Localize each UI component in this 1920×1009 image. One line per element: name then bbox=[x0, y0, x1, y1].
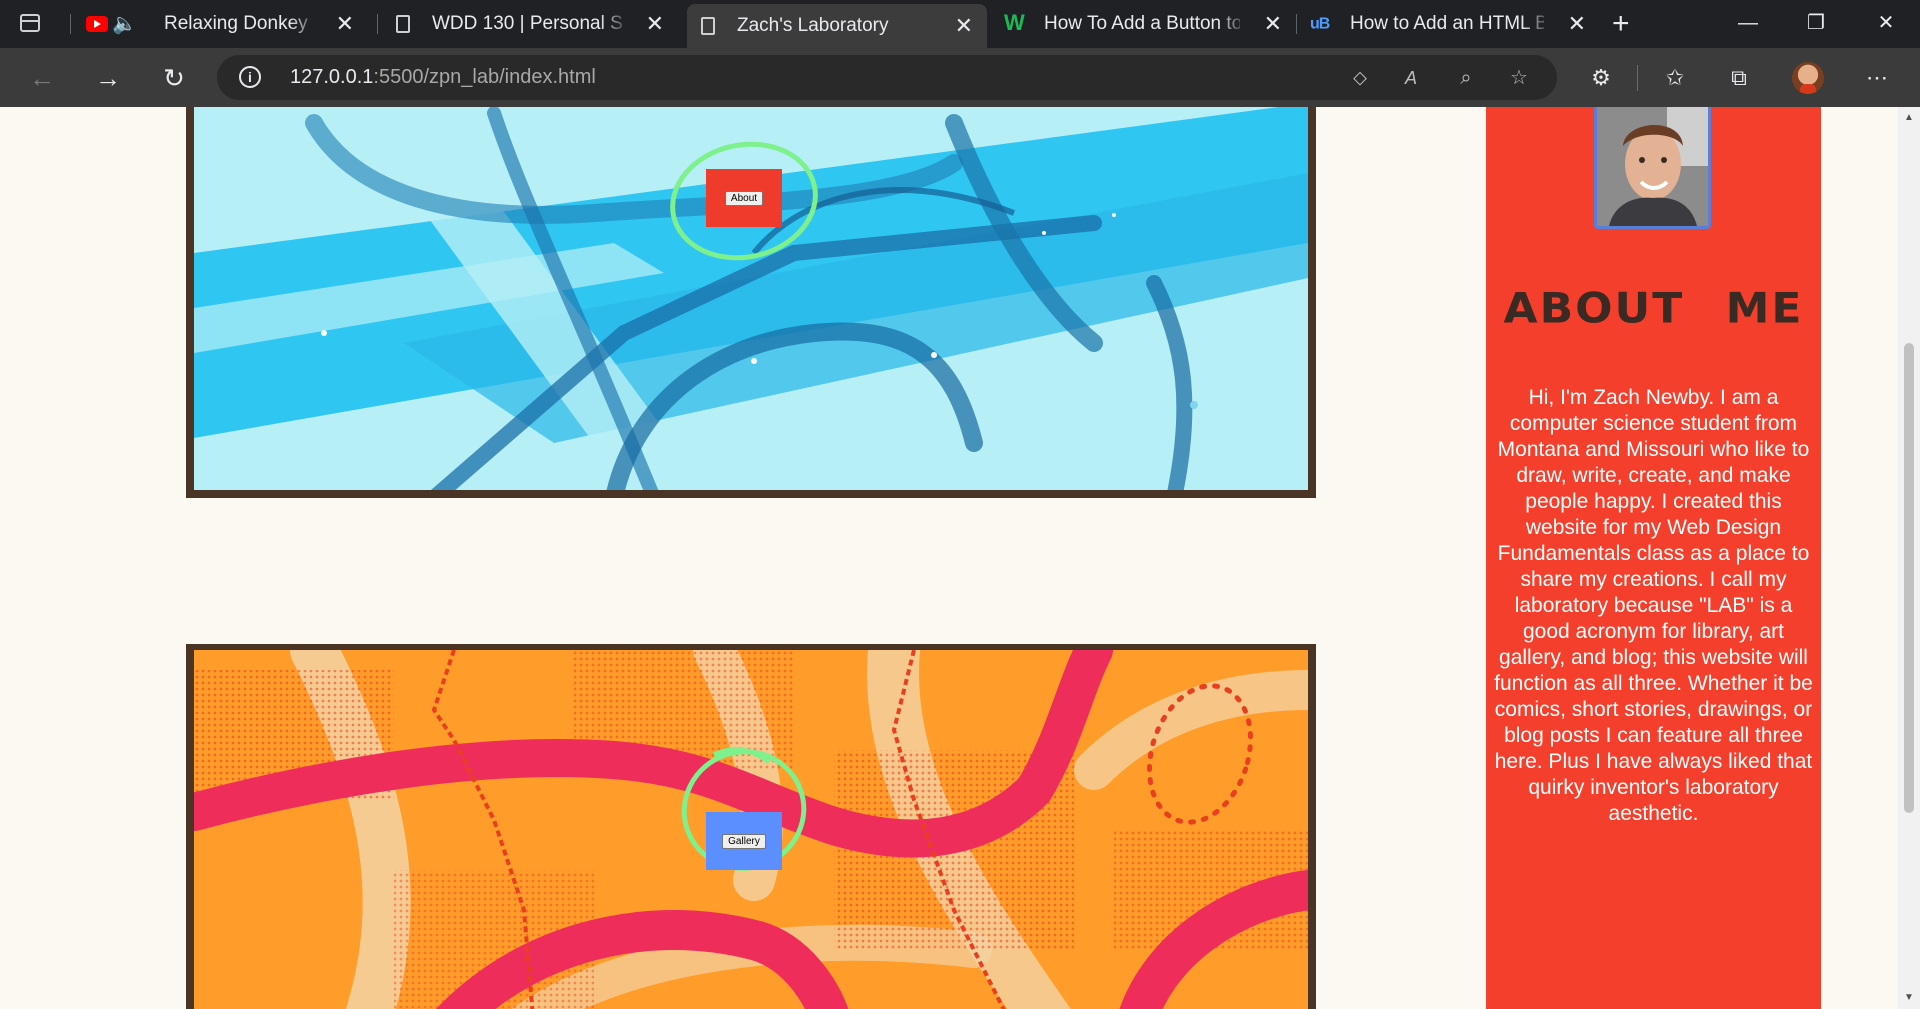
site-info-icon[interactable]: i bbox=[239, 66, 261, 88]
about-me-sidebar: ABOUT ME Hi, I'm Zach Newby. I am a comp… bbox=[1486, 107, 1821, 1009]
tab-title: How to Add an HTML Button bbox=[1350, 13, 1544, 34]
speaker-icon[interactable]: 🔈 bbox=[112, 0, 137, 48]
tab-separator bbox=[70, 14, 71, 34]
toolbar-separator bbox=[1637, 65, 1638, 91]
refresh-icon[interactable]: ↻ bbox=[156, 60, 192, 96]
collections-icon[interactable]: ⧉ bbox=[1722, 61, 1756, 95]
forward-arrow-icon[interactable]: → bbox=[90, 60, 126, 96]
read-aloud-icon[interactable]: A bbox=[1398, 65, 1424, 91]
tab-strip: 🔈 Relaxing Donkey Kong ✕ WDD 130 | Perso… bbox=[0, 0, 1920, 48]
tab-actions-icon[interactable] bbox=[18, 12, 46, 36]
page-viewport: About Gallery ABOUT ME Hi, I'm Zach Newb… bbox=[0, 107, 1898, 1009]
new-tab-button[interactable]: + bbox=[1612, 6, 1630, 42]
extensions-icon[interactable]: ⚙ bbox=[1584, 61, 1618, 95]
about-button[interactable]: About bbox=[724, 190, 764, 206]
restore-button[interactable]: ❐ bbox=[1788, 0, 1844, 48]
profile-avatar-icon[interactable] bbox=[1792, 62, 1824, 94]
close-tab-icon[interactable]: ✕ bbox=[1264, 0, 1282, 48]
close-window-button[interactable]: ✕ bbox=[1858, 0, 1914, 48]
tab-how-to-add-button-wix[interactable]: W How To Add a Button to a ✕ bbox=[996, 0, 1296, 48]
favorites-icon[interactable]: ✩ bbox=[1658, 61, 1692, 95]
youtube-icon bbox=[86, 16, 108, 32]
close-tab-icon[interactable]: ✕ bbox=[955, 4, 973, 48]
blue-brush-art bbox=[194, 107, 1308, 490]
tab-title: How To Add a Button to a bbox=[1044, 13, 1240, 34]
browser-toolbar: ← → ↻ i 127.0.0.1:5500/zpn_lab/index.htm… bbox=[0, 48, 1920, 107]
tab-how-to-add-html-button[interactable]: uB How to Add an HTML Button ✕ bbox=[1300, 0, 1600, 48]
ub-icon: uB bbox=[1310, 15, 1330, 33]
tab-zachs-laboratory[interactable]: Zach's Laboratory ✕ bbox=[687, 4, 987, 48]
back-arrow-icon[interactable]: ← bbox=[24, 60, 60, 96]
tab-title: Zach's Laboratory bbox=[737, 15, 889, 36]
minimize-button[interactable]: — bbox=[1720, 0, 1776, 48]
gallery-panel: Gallery bbox=[186, 644, 1316, 1009]
page-icon bbox=[701, 17, 715, 35]
tab-relaxing-donkey-kong[interactable]: 🔈 Relaxing Donkey Kong ✕ bbox=[72, 0, 368, 48]
url-path: :5500/zpn_lab/index.html bbox=[373, 66, 596, 88]
tab-title: WDD 130 | Personal Site Home bbox=[432, 13, 622, 34]
about-button-box: About bbox=[706, 169, 782, 227]
gallery-button-box: Gallery bbox=[706, 812, 782, 870]
shopping-tag-icon[interactable]: ⬦ bbox=[1347, 65, 1373, 91]
url-host: 127.0.0.1 bbox=[290, 66, 374, 88]
gallery-button[interactable]: Gallery bbox=[722, 833, 766, 849]
url-text[interactable]: 127.0.0.1:5500/zpn_lab/index.html bbox=[290, 55, 596, 100]
close-tab-icon[interactable]: ✕ bbox=[336, 0, 354, 48]
about-me-heading: ABOUT ME bbox=[1503, 284, 1804, 333]
tab-wdd130[interactable]: WDD 130 | Personal Site Home ✕ bbox=[380, 0, 678, 48]
address-bar[interactable]: i 127.0.0.1:5500/zpn_lab/index.html ⬦ A … bbox=[217, 55, 1557, 100]
wix-icon: W bbox=[1004, 10, 1025, 35]
tab-separator bbox=[377, 14, 378, 34]
page-icon bbox=[396, 15, 410, 33]
more-menu-icon[interactable]: ⋯ bbox=[1860, 61, 1894, 95]
close-tab-icon[interactable]: ✕ bbox=[646, 0, 664, 48]
page-scrollbar[interactable]: ▲ ▼ bbox=[1898, 107, 1920, 1009]
scroll-down-arrow-icon[interactable]: ▼ bbox=[1898, 989, 1920, 1007]
about-panel: About bbox=[186, 107, 1316, 498]
scrollbar-thumb[interactable] bbox=[1904, 343, 1914, 813]
scroll-up-arrow-icon[interactable]: ▲ bbox=[1898, 109, 1920, 127]
about-me-bio: Hi, I'm Zach Newby. I am a computer scie… bbox=[1494, 386, 1813, 825]
profile-photo bbox=[1594, 107, 1711, 229]
close-tab-icon[interactable]: ✕ bbox=[1568, 0, 1586, 48]
add-favorite-icon[interactable]: ☆ bbox=[1506, 65, 1532, 91]
zoom-out-icon[interactable]: ⌕ bbox=[1453, 65, 1479, 91]
tab-separator bbox=[1296, 14, 1297, 34]
